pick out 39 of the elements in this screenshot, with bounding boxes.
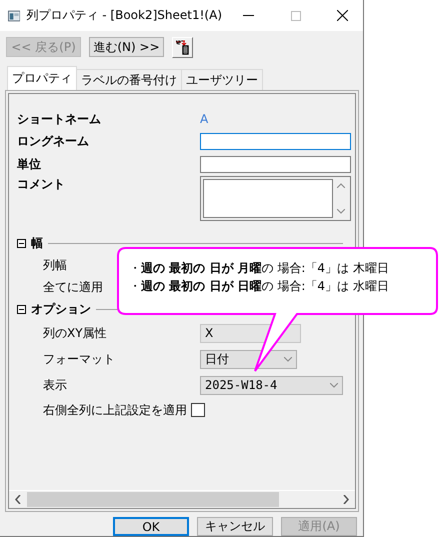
tab[interactable]: ユーザツリー xyxy=(181,69,263,90)
field-label: 列幅 xyxy=(43,256,67,274)
field-label: 表示 xyxy=(43,376,67,394)
field-label: 全てに適用 xyxy=(43,278,103,296)
field-label: ロングネーム xyxy=(17,133,89,150)
window-title: 列プロパティ - [Book2]Sheet1!(A) xyxy=(26,7,222,24)
section-title: オプション xyxy=(31,300,91,318)
numbering-tool-button[interactable] xyxy=(172,36,193,58)
callout-text: ・週の 最初の 日が 月曜の 場合:「4」は 木曜日 xyxy=(129,260,389,277)
callout-text: ・週の 最初の 日が 日曜の 場合:「4」は 水曜日 xyxy=(129,278,389,295)
scroll-left-icon[interactable] xyxy=(15,495,21,504)
tab[interactable]: プロパティ xyxy=(7,66,77,90)
text-field[interactable] xyxy=(200,133,351,150)
collapse-icon[interactable] xyxy=(17,304,26,314)
dialog-button[interactable]: OK xyxy=(113,517,189,536)
field-label: 列のXY属性 xyxy=(43,324,107,342)
next-button[interactable]: 進む(N) >> xyxy=(89,37,164,57)
scroll-right-icon[interactable] xyxy=(343,495,349,504)
field-label: 単位 xyxy=(17,156,41,173)
comment-field[interactable] xyxy=(200,176,351,221)
scroll-down-icon xyxy=(337,209,345,214)
checkbox[interactable] xyxy=(191,403,205,417)
caret-icon xyxy=(284,356,292,362)
dialog-button[interactable]: キャンセル xyxy=(197,517,273,536)
field-label: フォーマット xyxy=(43,350,115,368)
scrollbar-thumb[interactable] xyxy=(27,492,279,507)
window-app-icon xyxy=(8,10,20,22)
collapse-icon[interactable] xyxy=(17,238,26,248)
field-label: コメント xyxy=(17,176,65,193)
section-title: 幅 xyxy=(31,234,43,252)
short-name-value: A xyxy=(200,112,208,126)
text-field[interactable] xyxy=(200,156,351,173)
dropdown[interactable]: 2025-W18-4 xyxy=(200,376,343,394)
horizontal-scrollbar[interactable] xyxy=(9,490,355,508)
field-label: ショートネーム xyxy=(17,110,101,128)
caret-icon xyxy=(330,382,338,388)
checkbox-label: 右側全列に上記設定を適用 xyxy=(43,402,187,418)
dropdown[interactable]: 日付 xyxy=(200,350,297,368)
scroll-up-icon xyxy=(337,183,345,188)
